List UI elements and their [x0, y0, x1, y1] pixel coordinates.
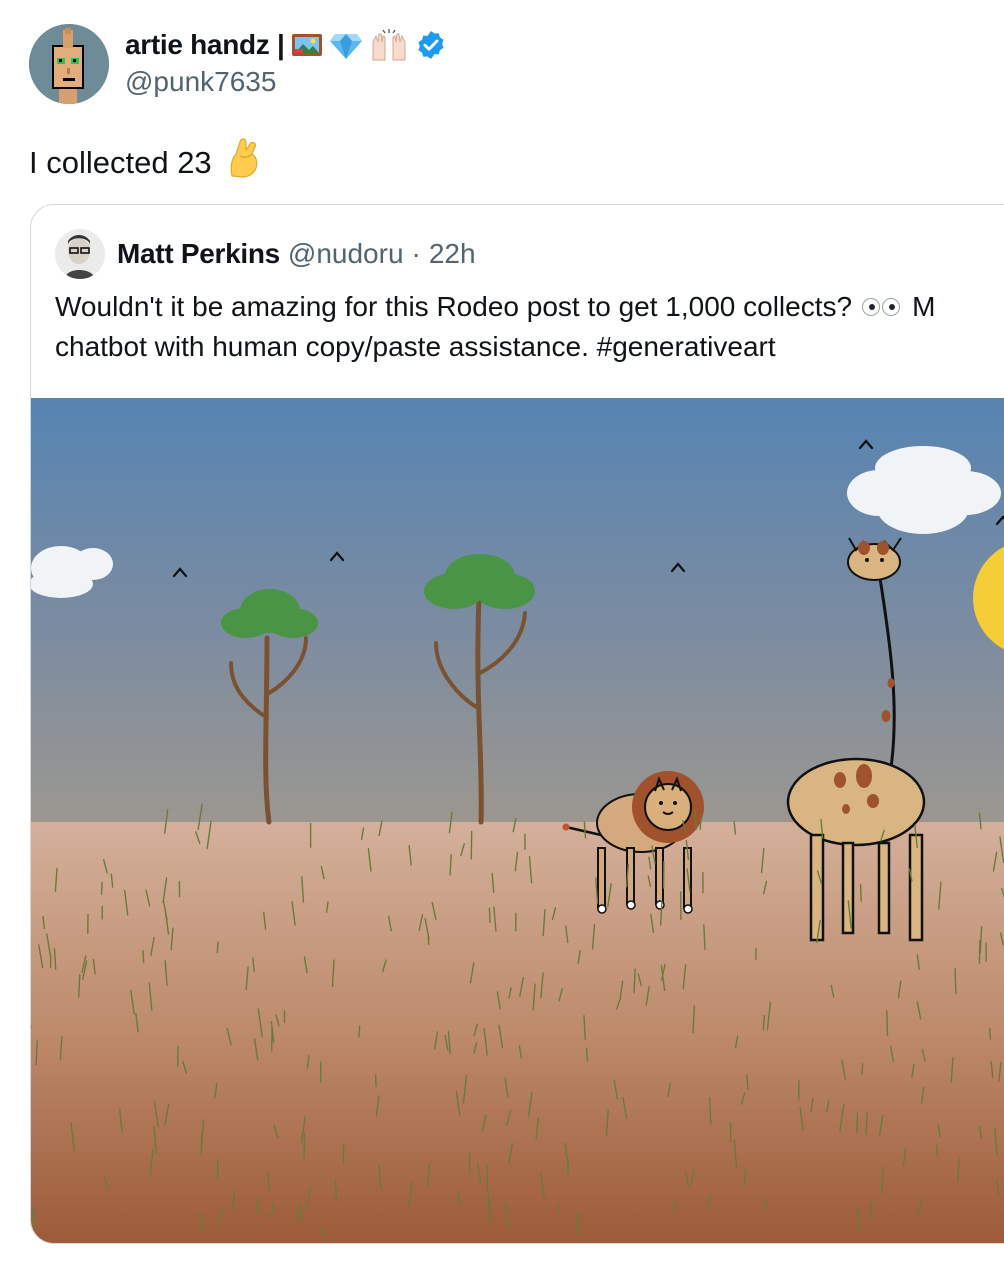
eye-left-icon: [862, 298, 881, 316]
framed-picture-icon: [291, 31, 323, 59]
pinched-fingers-icon: [224, 136, 264, 189]
grass-blade: [303, 1132, 306, 1159]
quoted-author-name[interactable]: Matt Perkins: [117, 238, 280, 270]
quoted-author-handle[interactable]: @nudoru: [288, 238, 404, 270]
grass-blade: [954, 967, 957, 995]
grass-blade: [488, 907, 491, 923]
person-avatar-icon: [55, 229, 105, 279]
quoted-tweet-media[interactable]: [31, 398, 1004, 1243]
grass-blade: [142, 950, 145, 964]
ground: [31, 822, 1004, 1243]
tweet-text-content: I collected 23: [29, 144, 212, 180]
author-handle[interactable]: @punk7635: [125, 66, 276, 98]
grass-blade: [861, 1063, 864, 1075]
grass-blade: [374, 1074, 377, 1088]
quoted-text-line-1-content: Wouldn't it be amazing for this Rodeo po…: [55, 291, 853, 322]
grass-blade: [585, 1047, 589, 1062]
eye-right-icon: [882, 298, 901, 316]
grass-blade: [988, 1027, 992, 1040]
eyes-icon: [862, 298, 901, 316]
cryptopunk-avatar-icon: [29, 24, 109, 104]
grass-blade: [865, 1111, 868, 1135]
author-avatar[interactable]: [29, 24, 109, 104]
quoted-text-line-2-content: chatbot with human copy/paste assistance…: [55, 331, 776, 362]
gem-icon: [329, 30, 363, 60]
grass-blade: [699, 814, 702, 830]
grass-blade: [567, 1158, 570, 1175]
quoted-tweet-text: Wouldn't it be amazing for this Rodeo po…: [55, 287, 1004, 367]
separator-dot: ·: [411, 238, 421, 269]
grass-blade: [100, 881, 103, 895]
grass-blade: [256, 1198, 260, 1217]
grass-blade: [978, 939, 981, 964]
grass-blade: [762, 1014, 766, 1031]
author-display-name[interactable]: artie handz |: [125, 29, 285, 61]
grass-blade: [358, 1025, 361, 1038]
grass-blade: [859, 884, 862, 902]
quoted-tweet-header: Matt Perkins @nudoru · 22h: [55, 229, 476, 279]
quoted-tweet-card[interactable]: Matt Perkins @nudoru · 22h Wouldn't it b…: [30, 204, 1004, 1244]
quoted-text-line-1-tail: M: [912, 291, 936, 322]
grass-blade: [216, 941, 219, 954]
author-name-row: artie handz |: [125, 26, 447, 64]
grass-blade: [886, 1010, 889, 1036]
grass-blade: [334, 1178, 338, 1201]
quoted-author-avatar[interactable]: [55, 229, 105, 279]
verified-badge-icon[interactable]: [415, 29, 447, 61]
savanna-illustration: [31, 398, 1004, 1243]
raised-hands-icon: [369, 28, 409, 62]
quoted-text-line-2: chatbot with human copy/paste assistance…: [55, 327, 1004, 367]
quoted-tweet-time[interactable]: 22h: [429, 238, 476, 270]
tweet-text: I collected 23: [29, 136, 264, 189]
quoted-text-line-1: Wouldn't it be amazing for this Rodeo po…: [55, 287, 1004, 327]
